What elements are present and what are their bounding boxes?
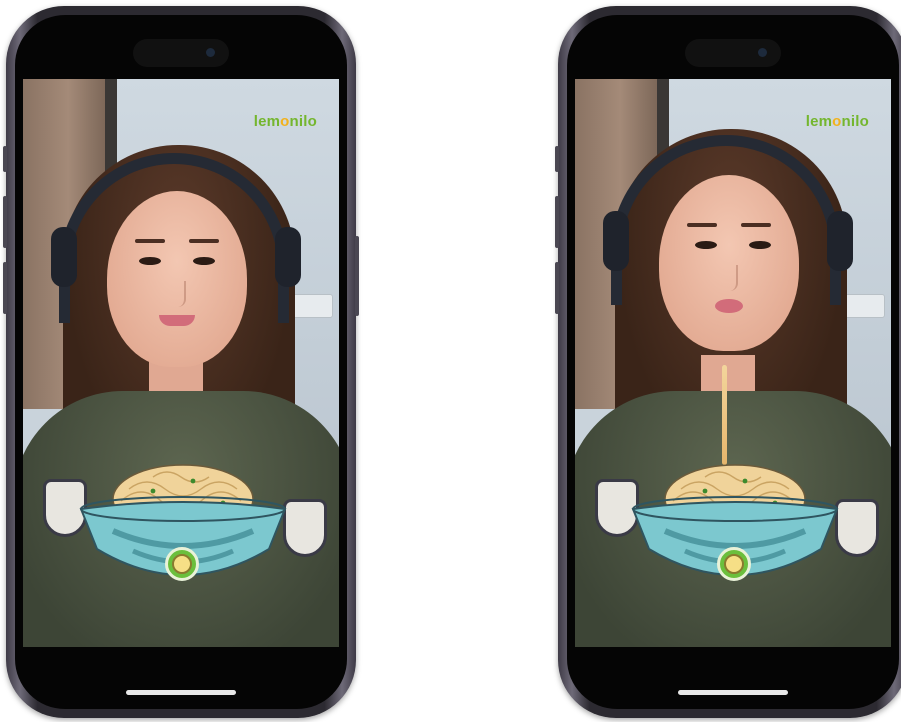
phone-left: lemonilo — [3, 6, 359, 718]
right-eyebrow — [189, 239, 219, 243]
right-eye — [193, 257, 215, 265]
volume-down-button — [555, 262, 559, 314]
home-indicator[interactable] — [126, 690, 236, 695]
left-eyebrow — [135, 239, 165, 243]
left-eyebrow — [687, 223, 717, 227]
dynamic-island — [133, 39, 229, 67]
dynamic-island — [685, 39, 781, 67]
home-indicator[interactable] — [678, 690, 788, 695]
headphones-left-cup-icon — [603, 211, 629, 271]
person-face — [107, 191, 247, 367]
headphones-right-cup-icon — [275, 227, 301, 287]
mouth — [715, 299, 743, 313]
mute-switch — [555, 146, 559, 172]
mute-switch — [3, 146, 7, 172]
brand-logo: lemonilo — [253, 113, 317, 130]
left-eye — [139, 257, 161, 265]
nose — [722, 265, 738, 291]
camera-view[interactable]: lemonilo — [23, 79, 339, 647]
nose — [170, 281, 186, 307]
screen-bezel: lemonilo — [567, 15, 899, 709]
camera-view[interactable]: lemonilo — [575, 79, 891, 647]
volume-down-button — [3, 262, 7, 314]
front-camera-icon — [206, 48, 215, 57]
screen-bezel: lemonilo — [15, 15, 347, 709]
headphones-right-cup-icon — [827, 211, 853, 271]
phone-right: lemonilo — [555, 6, 901, 718]
person-face — [659, 175, 799, 351]
ar-effect-badge-icon[interactable] — [165, 547, 199, 581]
right-eyebrow — [741, 223, 771, 227]
left-eye — [695, 241, 717, 249]
power-button — [355, 236, 359, 316]
volume-up-button — [555, 196, 559, 248]
ar-effect-badge-icon[interactable] — [717, 547, 751, 581]
headphones-left-cup-icon — [51, 227, 77, 287]
mouth — [159, 315, 195, 326]
brand-logo: lemonilo — [805, 113, 869, 130]
right-eye — [749, 241, 771, 249]
volume-up-button — [3, 196, 7, 248]
slurped-noodle-strand — [722, 365, 727, 465]
front-camera-icon — [758, 48, 767, 57]
